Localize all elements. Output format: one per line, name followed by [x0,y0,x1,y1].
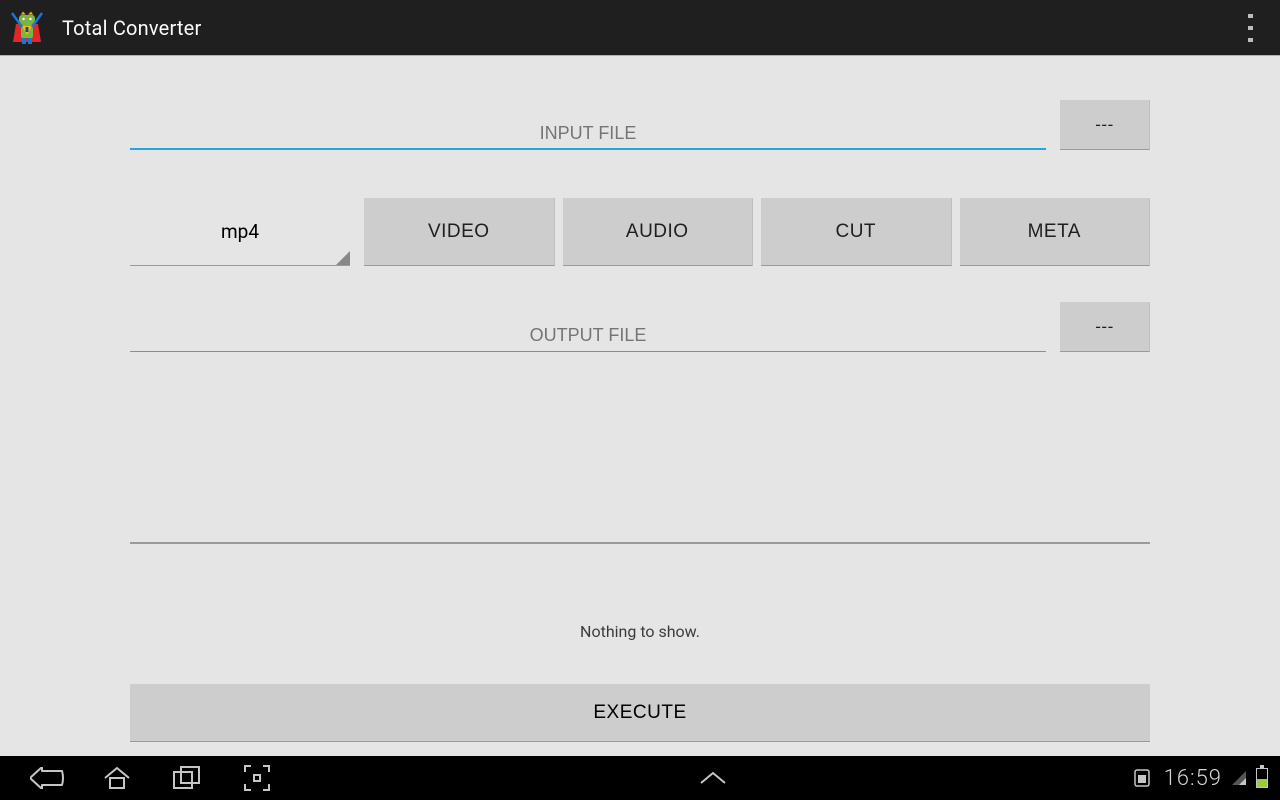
status-text: Nothing to show. [130,622,1150,641]
app-title: Total Converter [62,16,201,40]
recent-apps-icon[interactable] [152,756,222,800]
status-icons: 16:59 [1134,766,1268,791]
browse-output-button[interactable]: --- [1060,302,1150,352]
browse-input-button[interactable]: --- [1060,100,1150,150]
cut-button[interactable]: CUT [761,198,952,266]
input-file-row: --- [130,100,1150,150]
output-file-field[interactable] [130,320,1046,352]
expand-arrow-icon[interactable] [678,756,748,800]
home-icon[interactable] [82,756,152,800]
system-nav-bar: 16:59 [0,756,1280,800]
sim-icon [1134,769,1154,787]
output-file-row: --- [130,302,1150,352]
audio-button[interactable]: AUDIO [563,198,754,266]
format-spinner-value: mp4 [221,220,259,243]
input-file-field[interactable] [130,118,1046,150]
signal-icon [1232,771,1246,785]
overflow-menu-icon[interactable] [1234,12,1266,44]
video-button[interactable]: VIDEO [364,198,555,266]
action-bar: Total Converter [0,0,1280,56]
screenshot-icon[interactable] [222,756,292,800]
execute-button[interactable]: EXECUTE [130,684,1150,742]
clock-text: 16:59 [1164,766,1222,791]
app-icon [6,7,48,49]
divider [130,542,1150,544]
meta-button[interactable]: META [960,198,1151,266]
battery-icon [1256,768,1268,788]
format-spinner[interactable]: mp4 [130,198,350,266]
options-row: mp4 VIDEO AUDIO CUT META [130,198,1150,266]
content: --- mp4 VIDEO AUDIO CUT META --- Nothing… [0,56,1280,756]
back-icon[interactable] [12,756,82,800]
